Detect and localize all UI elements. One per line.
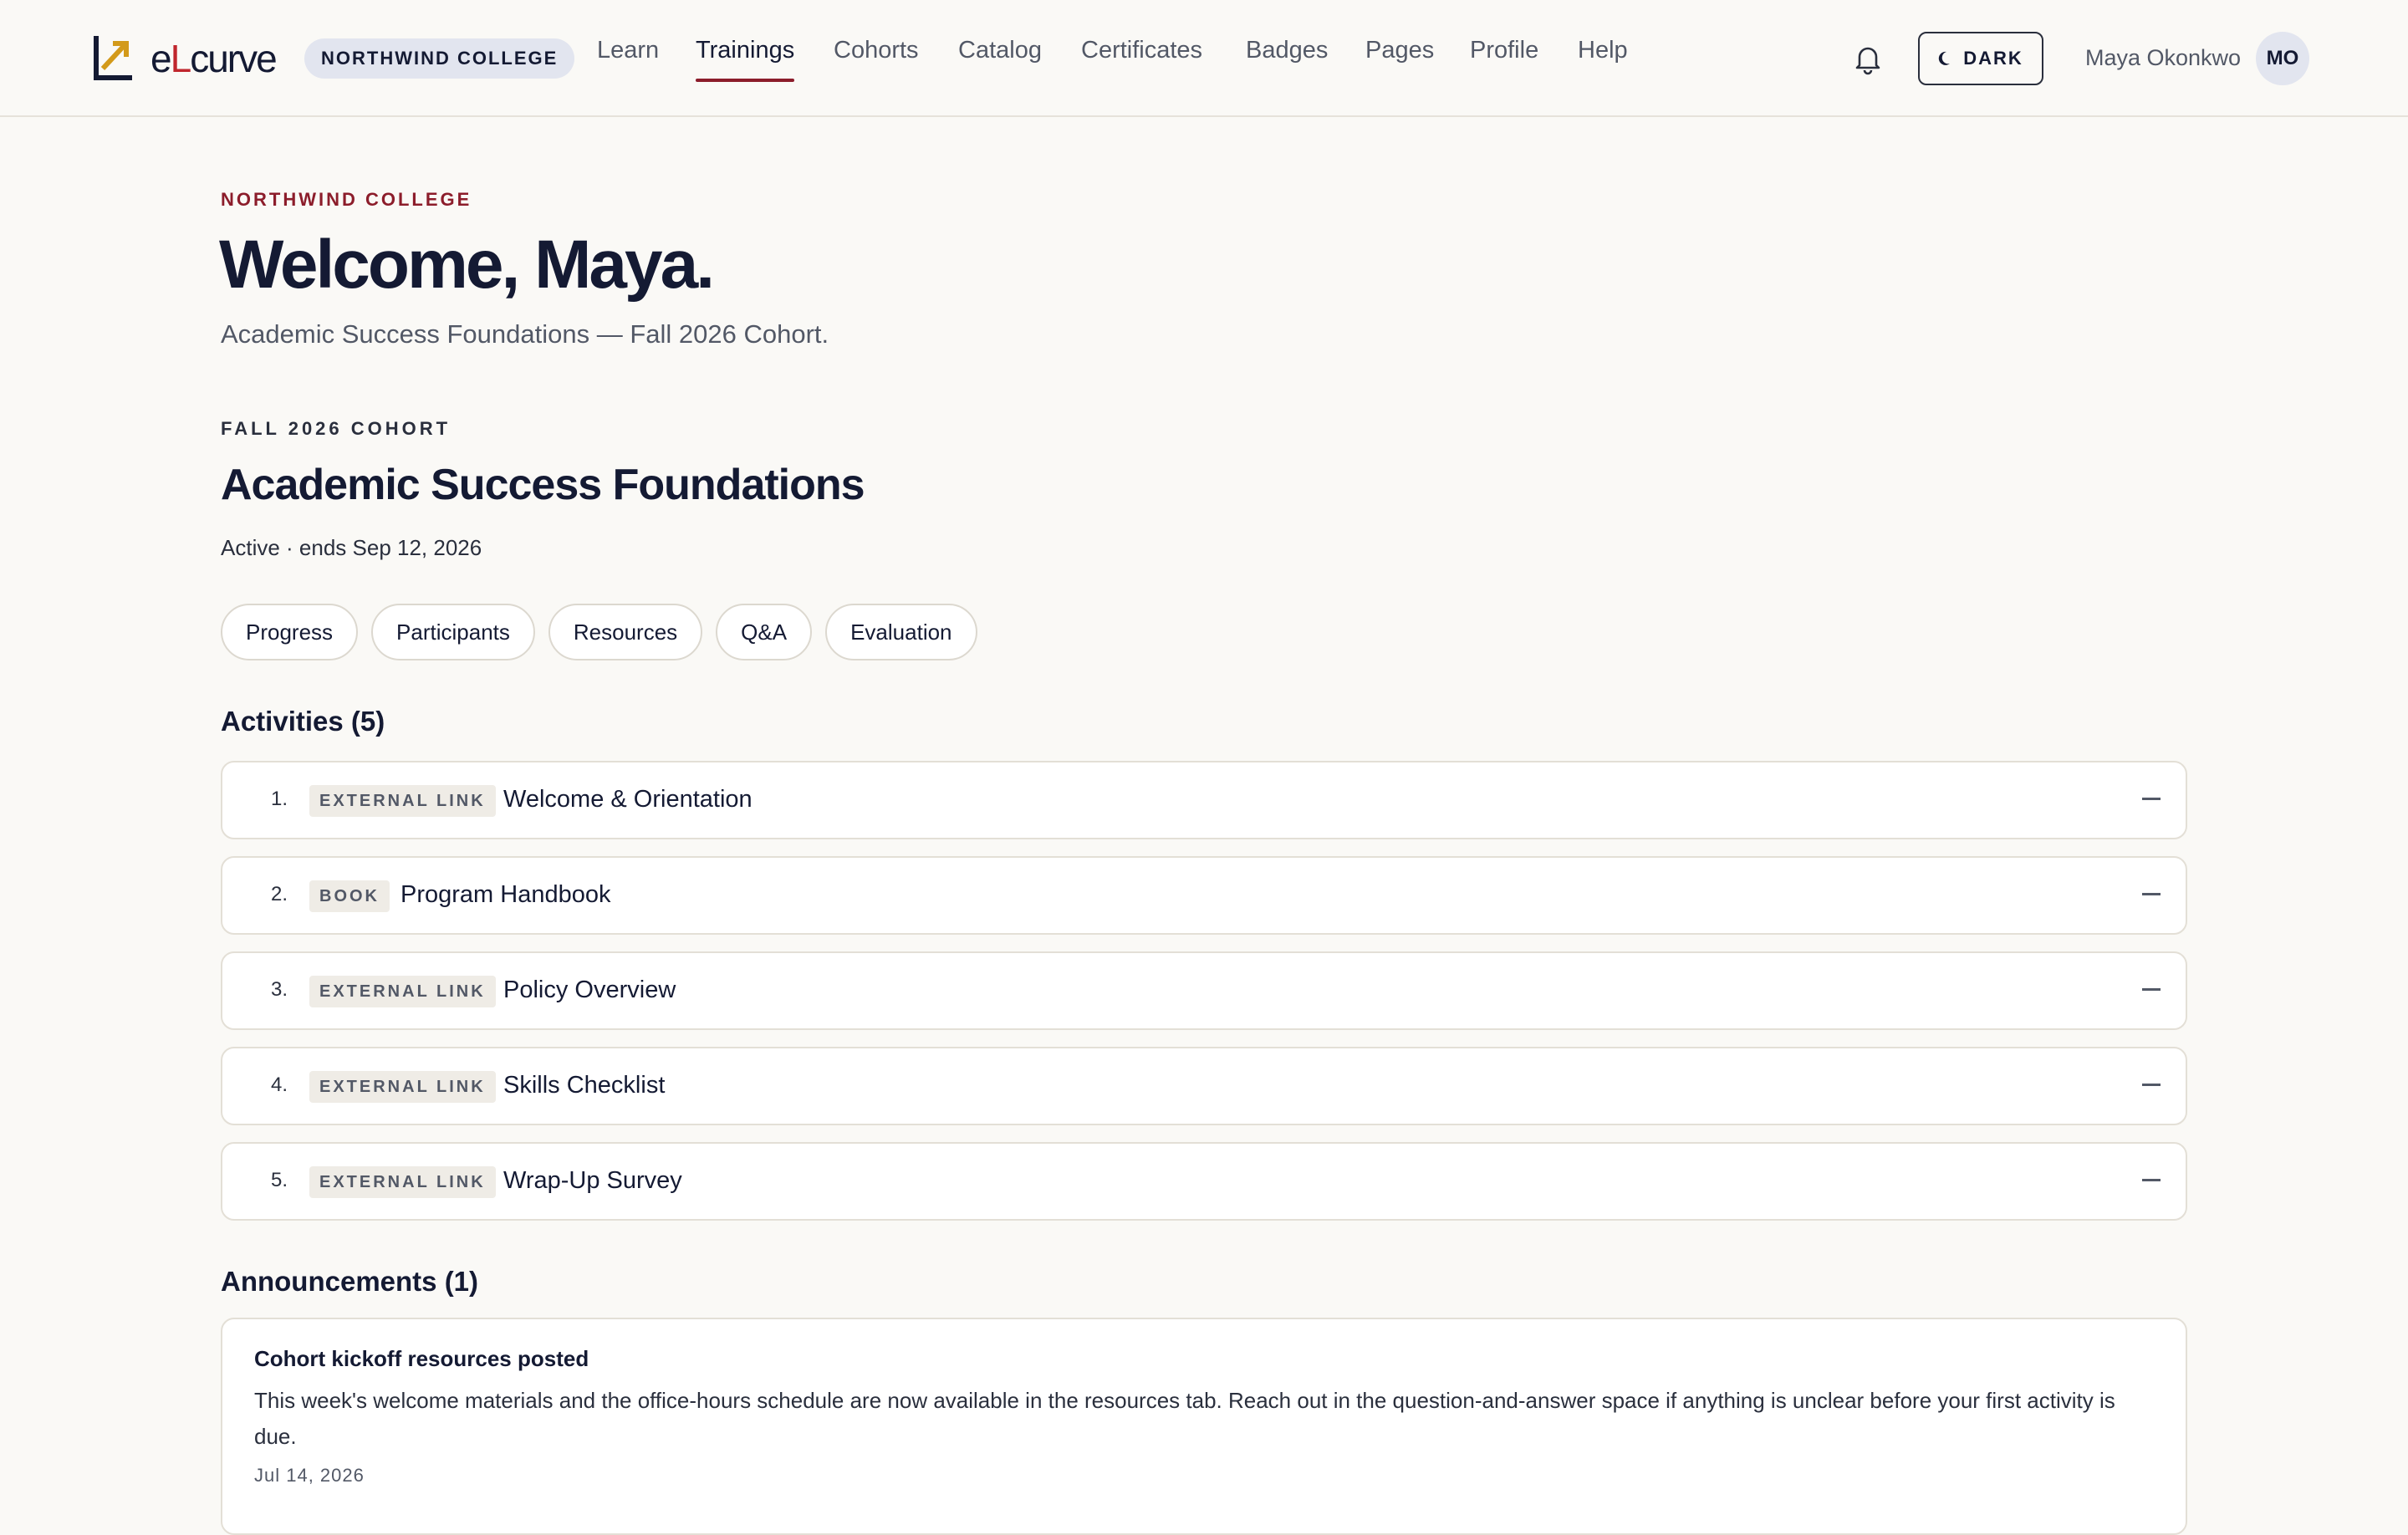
tab-progress[interactable]: Progress <box>221 604 359 660</box>
user-name[interactable]: Maya Okonkwo <box>2085 45 2241 71</box>
page-title: Welcome, Maya. <box>219 227 715 303</box>
collapse-icon[interactable] <box>2142 893 2161 895</box>
nav-item-certificates[interactable]: Certificates <box>1081 37 1202 84</box>
activities-heading: Activities (5) <box>221 706 385 737</box>
activity-type-tag: BOOK <box>309 880 390 912</box>
cohort-eyebrow: FALL 2026 COHORT <box>221 418 452 439</box>
top-navigation-bar: eLcurve NORTHWIND COLLEGE Learn Training… <box>0 0 2408 117</box>
nav-item-learn[interactable]: Learn <box>597 37 659 84</box>
activity-number: 1. <box>271 788 288 810</box>
activity-title[interactable]: Policy Overview <box>503 977 676 1004</box>
tab-qa[interactable]: Q&A <box>716 604 813 660</box>
tab-participants[interactable]: Participants <box>371 604 535 660</box>
announcement-card: Cohort kickoff resources posted This wee… <box>221 1318 2187 1535</box>
cohort-tabs: Progress Participants Resources Q&A Eval… <box>221 604 977 660</box>
tab-evaluation[interactable]: Evaluation <box>825 604 977 660</box>
announcement-date: Jul 14, 2026 <box>254 1465 365 1486</box>
page-subtitle: Academic Success Foundations — Fall 2026… <box>221 319 829 349</box>
activity-row[interactable]: 5. EXTERNAL LINK Wrap-Up Survey <box>221 1142 2187 1221</box>
collapse-icon[interactable] <box>2142 1179 2161 1181</box>
cohort-title: Academic Success Foundations <box>221 461 865 509</box>
activity-type-tag: EXTERNAL LINK <box>309 785 496 817</box>
nav-item-catalog[interactable]: Catalog <box>958 37 1042 84</box>
brand-logo[interactable]: eLcurve <box>92 35 278 82</box>
nav-item-profile[interactable]: Profile <box>1470 37 1538 84</box>
logo-chart-icon <box>94 36 132 80</box>
activity-title[interactable]: Skills Checklist <box>503 1072 665 1099</box>
moon-icon <box>1939 51 1951 65</box>
collapse-icon[interactable] <box>2142 1084 2161 1086</box>
bell-icon[interactable] <box>1851 42 1885 75</box>
activity-type-tag: EXTERNAL LINK <box>309 1166 496 1198</box>
activity-number: 4. <box>271 1073 288 1096</box>
activity-title[interactable]: Welcome & Orientation <box>503 786 752 813</box>
organization-eyebrow: NORTHWIND COLLEGE <box>221 189 472 210</box>
nav-item-trainings[interactable]: Trainings <box>696 37 795 84</box>
announcement-body: This week's welcome materials and the of… <box>254 1388 2115 1449</box>
activity-title[interactable]: Program Handbook <box>400 881 610 909</box>
activity-title[interactable]: Wrap-Up Survey <box>503 1167 682 1195</box>
activity-type-tag: EXTERNAL LINK <box>309 976 496 1007</box>
activity-row[interactable]: 3. EXTERNAL LINK Policy Overview <box>221 951 2187 1030</box>
collapse-icon[interactable] <box>2142 988 2161 991</box>
logo-wordmark: eLcurve <box>150 37 278 80</box>
activity-row[interactable]: 1. EXTERNAL LINK Welcome & Orientation <box>221 761 2187 839</box>
activity-number: 5. <box>271 1169 288 1191</box>
dark-mode-toggle-button[interactable]: DARK <box>1918 32 2043 85</box>
activity-type-tag: EXTERNAL LINK <box>309 1071 496 1103</box>
cohort-status: Active · ends Sep 12, 2026 <box>221 535 482 560</box>
announcement-title: Cohort kickoff resources posted <box>254 1346 589 1371</box>
nav-item-badges[interactable]: Badges <box>1246 37 1328 84</box>
nav-item-help[interactable]: Help <box>1578 37 1628 84</box>
activity-row[interactable]: 2. BOOK Program Handbook <box>221 856 2187 935</box>
activity-number: 2. <box>271 883 288 905</box>
activity-row[interactable]: 4. EXTERNAL LINK Skills Checklist <box>221 1047 2187 1125</box>
collapse-icon[interactable] <box>2142 798 2161 800</box>
announcements-heading: Announcements (1) <box>221 1266 479 1297</box>
organization-badge: NORTHWIND COLLEGE <box>304 38 575 79</box>
tab-resources[interactable]: Resources <box>548 604 703 660</box>
nav-item-pages[interactable]: Pages <box>1365 37 1434 84</box>
activity-number: 3. <box>271 978 288 1001</box>
avatar[interactable]: MO <box>2256 32 2309 85</box>
nav-item-cohorts[interactable]: Cohorts <box>834 37 919 84</box>
dark-mode-label: DARK <box>1963 48 2023 69</box>
